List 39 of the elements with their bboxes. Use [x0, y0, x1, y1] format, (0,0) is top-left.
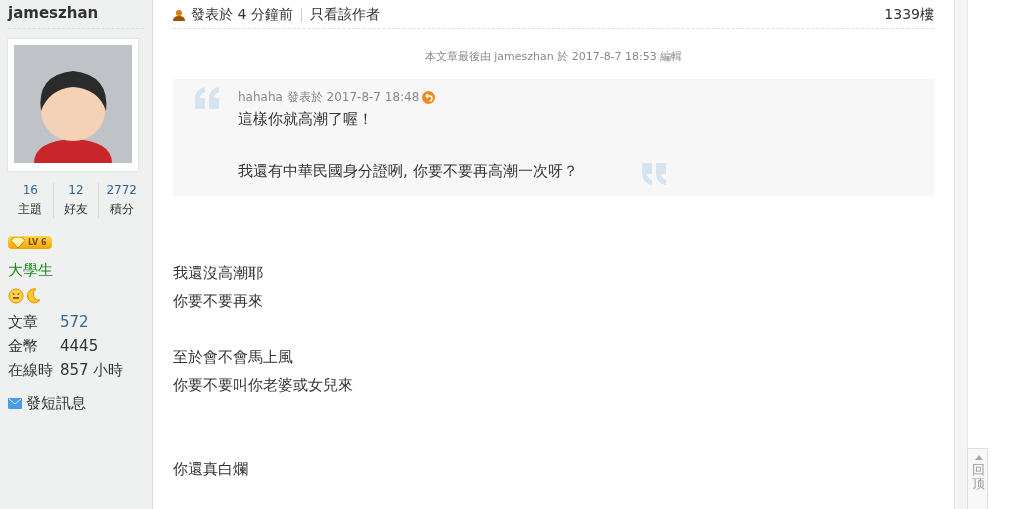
edit-note: 本文章最後由 jameszhan 於 2017-8-7 18:53 編輯 [423, 49, 684, 64]
stat-label: 主題 [18, 201, 43, 218]
stat-count[interactable]: 12 [68, 183, 84, 197]
post-text: 至於會不會馬上風 [173, 347, 293, 368]
stat-label: 積分 [109, 201, 134, 218]
post-text: 你還真白爛 [173, 459, 248, 480]
sun-face-icon [8, 288, 24, 304]
send-message-link[interactable]: 發短訊息 [8, 394, 86, 413]
author-only-link[interactable]: 只看該作者 [309, 5, 380, 24]
quote-meta: hahaha 發表於 2017-8-7 18:48 [238, 89, 420, 105]
detail-label: 在線時 [8, 361, 54, 380]
level-badge: LV 6 [8, 236, 52, 249]
detail-label: 金幣 [8, 337, 39, 356]
detail-label: 文章 [8, 313, 39, 332]
envelope-icon [8, 398, 22, 409]
stat-count[interactable]: 16 [22, 183, 38, 197]
post-time: 發表於 4 分鐘前 [191, 5, 293, 24]
detail-link[interactable]: 572 [60, 313, 144, 332]
floor-number: 1339樓 [884, 5, 934, 24]
back-to-top-button[interactable]: 回顶 [967, 448, 988, 509]
post-text: 你要不要叫你老婆或女兒來 [173, 375, 353, 396]
avatar-icon [14, 45, 132, 163]
moon-icon [25, 288, 41, 304]
quote-text: 我還有中華民國身分證咧, 你要不要再高潮一次呀？ [238, 161, 578, 182]
jump-to-post-icon[interactable] [422, 90, 436, 104]
post-text: 你要不要再來 [173, 291, 263, 312]
username[interactable]: jameszhan [8, 0, 144, 29]
user-rank: 大學生 [8, 261, 54, 280]
quote-text: 這樣你就高潮了喔！ [238, 109, 373, 130]
stat-count[interactable]: 2772 [106, 183, 137, 197]
detail-value: 857 小時 [60, 361, 125, 380]
diamond-icon [11, 237, 25, 248]
post-text: 我還沒高潮耶 [173, 263, 263, 284]
up-arrow-icon [974, 455, 983, 460]
open-quote-icon [193, 85, 221, 109]
user-icon [173, 8, 185, 21]
detail-value: 4445 [60, 337, 100, 356]
close-quote-icon [640, 163, 668, 187]
stat-label: 好友 [64, 201, 88, 218]
